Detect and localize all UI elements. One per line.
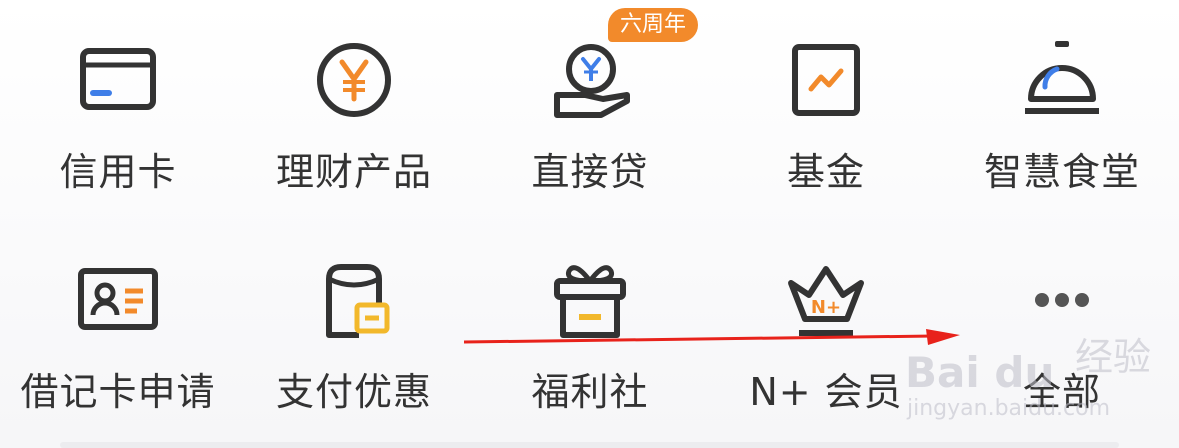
- envelope-discount-icon: [304, 250, 404, 350]
- svg-text:N+: N+: [811, 297, 841, 318]
- watermark-url: jingyan.baidu.com: [907, 396, 1111, 421]
- menu-item-smart-canteen[interactable]: 智慧食堂: [944, 0, 1179, 210]
- menu-item-payment-offers[interactable]: 支付优惠: [236, 220, 472, 430]
- menu-item-direct-loan[interactable]: 六周年 直接贷: [472, 0, 708, 210]
- menu-label: 借记卡申请: [20, 370, 216, 414]
- menu-label: 智慧食堂: [983, 150, 1140, 194]
- credit-card-icon: [68, 30, 168, 130]
- red-arrow-annotation: [464, 329, 960, 345]
- watermark-cn: 经验: [1075, 335, 1152, 379]
- hand-coin-icon: 六周年: [540, 8, 699, 130]
- menu-label: N+ 会员: [749, 370, 903, 414]
- menu-label: 基金: [786, 150, 865, 194]
- menu-label: 福利社: [531, 370, 649, 414]
- menu-label: 信用卡: [59, 150, 177, 194]
- menu-label: 直接贷: [531, 150, 649, 194]
- menu-item-welfare-club[interactable]: 福利社: [472, 220, 708, 430]
- menu-label: 理财产品: [275, 150, 432, 194]
- menu-item-wealth-products[interactable]: 理财产品: [236, 0, 472, 210]
- dining-cloche-icon: [1012, 30, 1112, 130]
- menu-label: 支付优惠: [275, 370, 432, 414]
- anniversary-badge: 六周年: [608, 8, 699, 42]
- section-divider: [60, 442, 1119, 448]
- menu-item-credit-card[interactable]: 信用卡: [0, 0, 236, 210]
- menu-item-debit-card-apply[interactable]: 借记卡申请: [0, 220, 236, 430]
- menu-item-fund[interactable]: 基金: [708, 0, 944, 210]
- watermark-logo: Bai du: [905, 348, 1055, 397]
- id-card-icon: [68, 250, 168, 350]
- yen-coin-icon: [304, 30, 404, 130]
- fund-chart-icon: [776, 30, 876, 130]
- baidu-watermark: Bai du 经验 jingyan.baidu.com: [905, 318, 1165, 428]
